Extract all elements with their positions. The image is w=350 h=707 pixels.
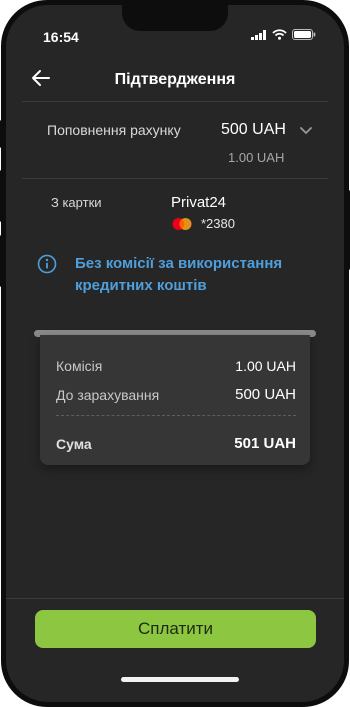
header-divider xyxy=(22,101,328,102)
side-button xyxy=(0,120,3,148)
signal-icon xyxy=(251,29,266,40)
chevron-down-icon[interactable] xyxy=(299,126,313,136)
mastercard-icon xyxy=(172,218,192,230)
page-title: Підтвердження xyxy=(114,71,236,88)
card-number: *2380 xyxy=(201,216,235,231)
footer-divider xyxy=(6,598,344,599)
info-line-1: Без комісії за використання xyxy=(75,255,283,272)
pay-button-label: Сплатити xyxy=(137,619,214,638)
home-indicator[interactable] xyxy=(121,677,239,682)
wifi-icon xyxy=(272,29,287,40)
commission-value: 1.00 UAH xyxy=(235,358,296,374)
app-screen: 16:54 Підтвердження Поповнення рахунку 5… xyxy=(6,5,344,702)
info-icon xyxy=(37,254,57,274)
top-up-sub-amount: 1.00 UAH xyxy=(228,150,285,165)
receipt-divider xyxy=(56,415,296,416)
commission-label: Комісія xyxy=(56,358,103,374)
notch xyxy=(122,5,228,31)
receipt-card: Комісія 1.00 UAH До зарахування 500 UAH … xyxy=(40,335,310,465)
card-name: Privat24 xyxy=(171,194,227,211)
info-line-2: кредитних коштів xyxy=(75,277,207,294)
total-value: 501 UAH xyxy=(234,435,296,452)
status-icons xyxy=(251,29,316,40)
status-time: 16:54 xyxy=(43,29,79,45)
side-button xyxy=(0,235,3,287)
credit-value: 500 UAH xyxy=(235,386,296,403)
status-bar: 16:54 xyxy=(6,5,344,61)
info-message: Без комісії за використання кредитних ко… xyxy=(75,253,282,297)
top-up-label: Поповнення рахунку xyxy=(47,122,181,138)
card-source-label: З картки xyxy=(51,195,102,210)
credit-label: До зарахування xyxy=(56,387,160,403)
battery-icon xyxy=(292,29,316,40)
header: Підтвердження xyxy=(6,61,344,101)
section-divider xyxy=(22,178,328,179)
total-label: Сума xyxy=(56,436,92,452)
side-button xyxy=(0,170,3,222)
phone-frame: 16:54 Підтвердження Поповнення рахунку 5… xyxy=(1,0,349,707)
top-up-amount: 500 UAH xyxy=(221,121,286,138)
pay-button[interactable]: Сплатити xyxy=(35,610,316,648)
